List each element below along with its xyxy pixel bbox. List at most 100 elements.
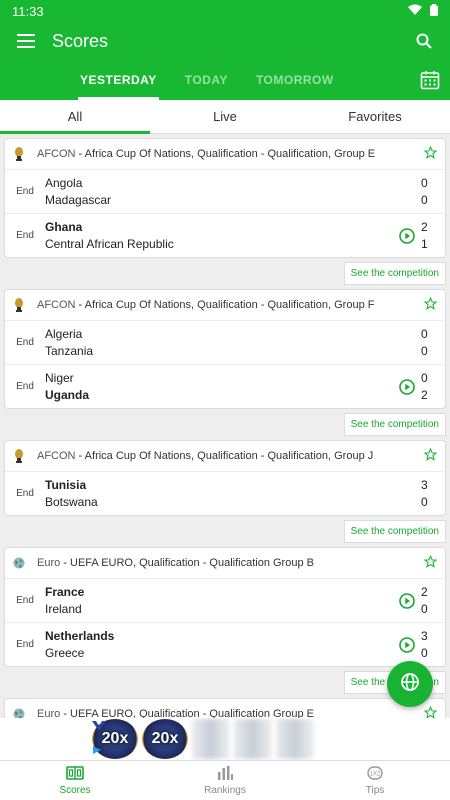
match-status: End <box>16 337 34 348</box>
competition-card: Euro - UEFA EURO, Qualification - Qualif… <box>4 698 446 718</box>
svg-text:1X2: 1X2 <box>370 771 381 777</box>
match-status: End <box>16 381 34 392</box>
nav-rankings[interactable]: Rankings <box>150 761 300 800</box>
page-title: Scores <box>52 30 109 51</box>
home-score: 2 <box>421 585 428 599</box>
home-score: 2 <box>421 220 428 234</box>
away-score: 0 <box>421 344 428 358</box>
ad-image <box>192 719 230 759</box>
competition-header[interactable]: AFCON - Africa Cup Of Nations, Qualifica… <box>5 290 445 320</box>
tab-live[interactable]: Live <box>150 100 300 133</box>
match-row[interactable]: End Ghana Central African Republic 2 1 <box>5 213 445 257</box>
away-team: Botswana <box>45 495 98 509</box>
home-team: Angola <box>45 176 83 190</box>
away-team: Tanzania <box>45 344 94 358</box>
away-team: Ireland <box>45 602 82 616</box>
competition-header[interactable]: AFCON - Africa Cup Of Nations, Qualifica… <box>5 441 445 471</box>
see-competition-button[interactable]: See the competition <box>343 262 446 285</box>
home-team: Tunisia <box>45 478 87 492</box>
globe-fab-button[interactable] <box>387 661 433 707</box>
match-row[interactable]: End Niger Uganda 0 2 <box>5 364 445 408</box>
menu-icon[interactable] <box>14 29 38 53</box>
competition-card: AFCON - Africa Cup Of Nations, Qualifica… <box>4 289 446 409</box>
nav-tips[interactable]: 1X2 Tips <box>300 761 450 800</box>
competition-name: Africa Cup Of Nations, Qualification - Q… <box>84 450 374 462</box>
bottom-nav: Scores Rankings 1X2 Tips <box>0 760 450 800</box>
day-tabs: YESTERDAY TODAY TOMORROW <box>0 60 450 100</box>
home-score: 3 <box>421 478 428 492</box>
competition-abbr: Euro <box>37 557 61 569</box>
competition-header[interactable]: Euro - UEFA EURO, Qualification - Qualif… <box>5 699 445 718</box>
star-icon[interactable] <box>423 296 438 313</box>
tab-today[interactable]: TODAY <box>171 60 242 100</box>
tab-tomorrow[interactable]: TOMORROW <box>242 60 348 100</box>
globe-icon <box>13 707 25 718</box>
home-team: Netherlands <box>45 629 115 643</box>
match-status: End <box>16 230 34 241</box>
star-icon[interactable] <box>423 145 438 162</box>
see-competition-button[interactable]: See the competition <box>343 413 446 436</box>
see-competition-button[interactable]: See the competition <box>343 520 446 543</box>
home-team: Algeria <box>45 327 83 341</box>
trophy-icon <box>13 298 25 312</box>
match-row[interactable]: End Angola Madagascar 0 0 <box>5 169 445 213</box>
ad-banner[interactable]: 20x 20x <box>0 718 450 760</box>
nav-label: Tips <box>365 784 385 796</box>
tab-yesterday[interactable]: YESTERDAY <box>66 60 171 100</box>
scoreboard-icon <box>66 765 84 783</box>
home-score: 0 <box>421 327 428 341</box>
away-score: 2 <box>421 388 428 402</box>
competition-name: Africa Cup Of Nations, Qualification - Q… <box>84 148 376 160</box>
match-row[interactable]: End France Ireland 2 0 <box>5 578 445 622</box>
search-icon[interactable] <box>412 29 436 53</box>
competition-header[interactable]: AFCON - Africa Cup Of Nations, Qualifica… <box>5 139 445 169</box>
tips-icon: 1X2 <box>367 765 383 783</box>
battery-icon <box>430 3 438 19</box>
competition-group: AFCON - Africa Cup Of Nations, Qualifica… <box>4 138 446 285</box>
competition-abbr: AFCON <box>37 299 76 311</box>
nav-label: Rankings <box>204 784 246 796</box>
match-row[interactable]: End Algeria Tanzania 0 0 <box>5 320 445 364</box>
globe-icon <box>400 672 420 697</box>
app-bar: Scores <box>0 22 450 60</box>
wifi-icon <box>408 4 422 19</box>
video-play-icon[interactable] <box>393 592 421 609</box>
scores-list[interactable]: AFCON - Africa Cup Of Nations, Qualifica… <box>0 134 450 718</box>
video-play-icon[interactable] <box>393 227 421 244</box>
calendar-icon[interactable] <box>418 68 442 92</box>
competition-name: UEFA EURO, Qualification - Qualification… <box>70 708 314 718</box>
globe-icon <box>13 556 25 570</box>
away-score: 0 <box>421 646 428 660</box>
away-score: 0 <box>421 602 428 616</box>
match-status: End <box>16 488 34 499</box>
rankings-icon <box>217 765 233 783</box>
away-team: Greece <box>45 646 85 660</box>
nav-scores[interactable]: Scores <box>0 761 150 800</box>
tab-all[interactable]: All <box>0 100 150 134</box>
away-score: 0 <box>421 495 428 509</box>
status-time: 11:33 <box>12 3 44 19</box>
ad-image <box>276 719 314 759</box>
star-icon[interactable] <box>423 705 438 718</box>
home-score: 0 <box>421 176 428 190</box>
video-play-icon[interactable] <box>393 636 421 653</box>
tab-favorites[interactable]: Favorites <box>300 100 450 133</box>
away-team: Central African Republic <box>45 237 174 251</box>
star-icon[interactable] <box>423 447 438 464</box>
competition-header[interactable]: Euro - UEFA EURO, Qualification - Qualif… <box>5 548 445 578</box>
ad-coin-image: 20x <box>142 719 188 759</box>
competition-abbr: AFCON <box>37 148 76 160</box>
video-play-icon[interactable] <box>393 378 421 395</box>
competition-card: AFCON - Africa Cup Of Nations, Qualifica… <box>4 138 446 258</box>
ad-image <box>234 719 272 759</box>
match-row[interactable]: End Netherlands Greece 3 0 <box>5 622 445 666</box>
competition-abbr: AFCON <box>37 450 76 462</box>
match-row[interactable]: End Tunisia Botswana 3 0 <box>5 471 445 515</box>
filter-tabs: All Live Favorites <box>0 100 450 134</box>
match-status: End <box>16 639 34 650</box>
ad-logo-icon <box>92 718 106 734</box>
competition-card: AFCON - Africa Cup Of Nations, Qualifica… <box>4 440 446 516</box>
competition-name: UEFA EURO, Qualification - Qualification… <box>70 557 314 569</box>
star-icon[interactable] <box>423 554 438 571</box>
ad-play-icon[interactable] <box>92 745 102 758</box>
